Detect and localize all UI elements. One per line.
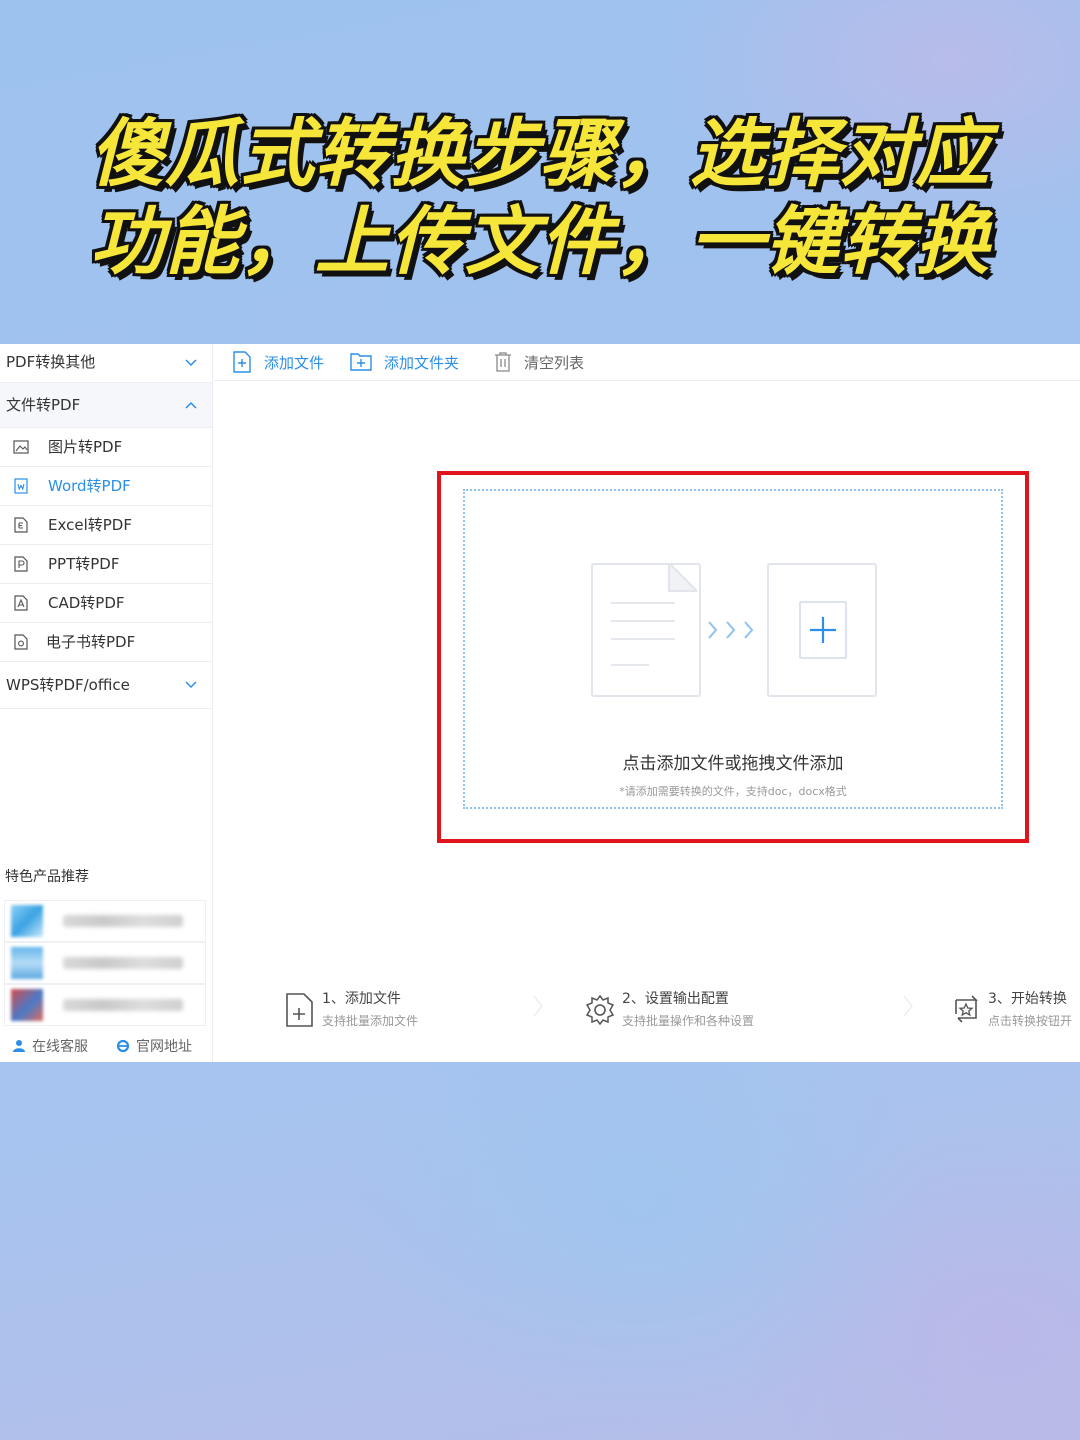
sidebar-section-label: 文件转PDF [6,396,81,414]
convert-icon [955,995,978,1023]
sidebar-section-wps-to-pdf[interactable]: WPS转PDF/office [0,662,212,709]
promo-thumbnail [11,905,43,937]
promo-item[interactable] [4,900,206,942]
sidebar-section-label: PDF转换其他 [6,353,96,371]
dropzone-main-text: 点击添加文件或拖拽文件添加 [622,754,844,774]
sidebar: PDF转换其他 文件转PDF 图片转PDF Word转PDF Excel转PDF… [0,344,213,1062]
sidebar-item-word-to-pdf[interactable]: Word转PDF [0,467,212,506]
add-folder-icon [350,353,372,371]
add-target-card [767,563,877,697]
toolbar: 添加文件 添加文件夹 清空列表 [214,344,1080,381]
file-dropzone[interactable]: 点击添加文件或拖拽文件添加 *请添加需要转换的文件，支持doc，docx格式 [463,489,1003,809]
person-icon [13,1040,25,1052]
chevron-down-icon [184,662,198,708]
chevron-up-icon [184,383,198,427]
sidebar-item-label: 图片转PDF [48,438,123,456]
gear-icon [585,994,615,1026]
document-icon [591,563,701,697]
promo-text-blurred [63,915,183,927]
ppt-file-icon [14,556,28,572]
promo-text-blurred [63,957,183,969]
cad-file-icon [14,595,28,611]
chevron-right-icon [533,995,544,1017]
sidebar-item-label: PPT转PDF [48,555,120,573]
clear-list-button[interactable]: 清空列表 [494,350,584,374]
add-file-icon [233,351,251,373]
sidebar-section-label: WPS转PDF/office [6,676,130,694]
steps-bar: 1、添加文件 支持批量添加文件 2、设置输出配置 支持批量操作和各种设置 3、开… [214,980,1080,1040]
official-website-link[interactable]: 官网地址 [116,1036,192,1056]
dropzone-hint-text: *请添加需要转换的文件，支持doc，docx格式 [619,785,847,798]
image-file-icon [13,440,29,454]
sidebar-item-label: Word转PDF [48,477,131,495]
browser-icon [116,1039,130,1053]
word-file-icon [14,478,28,494]
online-service-link[interactable]: 在线客服 [12,1036,88,1056]
featured-products-title: 特色产品推荐 [5,869,89,885]
app-window: PDF转换其他 文件转PDF 图片转PDF Word转PDF Excel转PDF… [0,344,1080,1062]
promo-text-blurred [63,999,183,1011]
promo-thumbnail [11,989,43,1021]
promo-item[interactable] [4,942,206,984]
sidebar-item-label: 电子书转PDF [46,633,136,651]
sidebar-item-excel-to-pdf[interactable]: Excel转PDF [0,506,212,545]
ebook-file-icon [14,634,28,650]
sidebar-item-ppt-to-pdf[interactable]: PPT转PDF [0,545,212,584]
add-file-button[interactable]: 添加文件 [232,350,324,374]
add-folder-button[interactable]: 添加文件夹 [350,350,459,374]
promo-thumbnail [11,947,43,979]
headline-line-1: 傻瓜式转换步骤，选择对应 [90,111,990,197]
sidebar-section-file-to-pdf[interactable]: 文件转PDF [0,383,212,428]
chevron-right-icon [903,995,914,1017]
sidebar-section-pdf-to-other[interactable]: PDF转换其他 [0,344,212,383]
sidebar-item-label: CAD转PDF [48,594,125,612]
promo-item[interactable] [4,984,206,1026]
headline-line-2: 功能，上传文件，一键转换 [90,199,990,285]
sidebar-item-cad-to-pdf[interactable]: CAD转PDF [0,584,212,623]
trash-icon [495,352,511,372]
headline: 傻瓜式转换步骤，选择对应 功能，上传文件，一键转换 [0,110,1080,286]
sidebar-footer-links: 在线客服 官网地址 [0,1028,212,1062]
dropzone-highlight: 点击添加文件或拖拽文件添加 *请添加需要转换的文件，支持doc，docx格式 [437,471,1029,843]
excel-file-icon [14,517,28,533]
sidebar-item-image-to-pdf[interactable]: 图片转PDF [0,428,212,467]
chevron-right-icon [708,621,754,639]
sidebar-item-label: Excel转PDF [48,516,132,534]
sidebar-item-ebook-to-pdf[interactable]: 电子书转PDF [0,623,212,662]
add-file-icon [286,993,313,1027]
plus-icon [799,601,847,659]
chevron-down-icon [184,344,198,382]
